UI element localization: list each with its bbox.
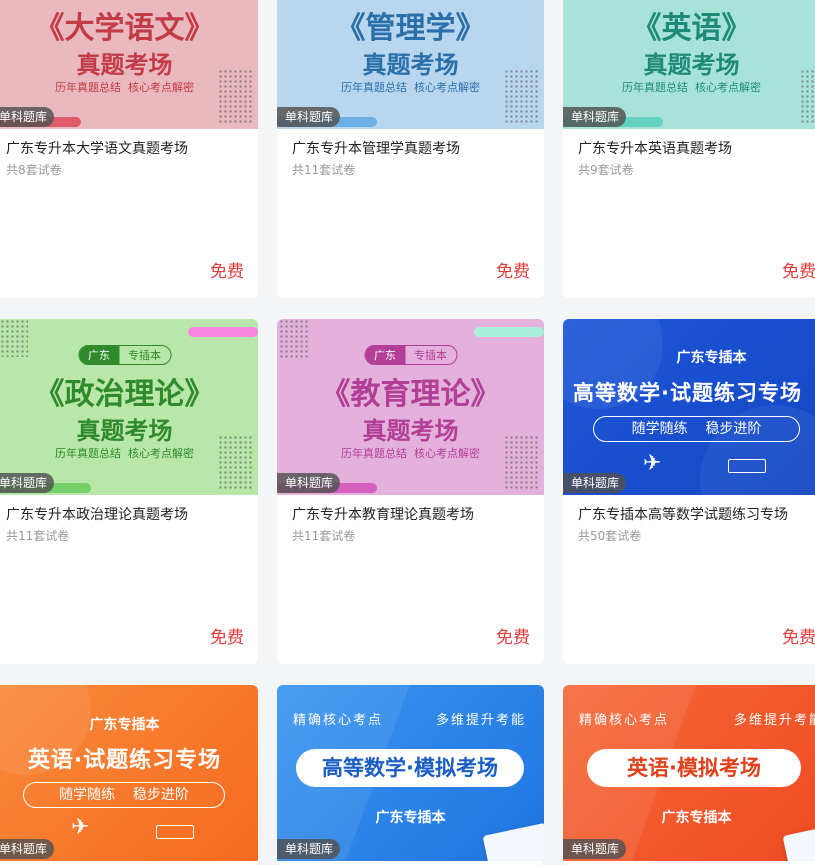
card-title[interactable]: 广东专升本教育理论真题考场 [277,495,544,525]
price: 免费 [782,628,815,648]
banner-top-left: 精确核心考点 [579,713,670,728]
banner-main: 高等数学·试题练习专场 [573,381,802,405]
banner-sub: 真题考场 [362,50,459,79]
pill-right: 专插本 [414,349,447,362]
course-card[interactable]: 广东专插本 英语·试题练习专场 随学随练 稳步进阶 ✈ 单科题库 [0,685,258,865]
course-banner: 广东专插本 高等数学·试题练习专场 随学随练 稳步进阶 ✈ 单科题库 [563,319,815,495]
badge: 单科题库 [0,839,55,859]
paper-count: 共50套试卷 [578,529,642,543]
badge: 单科题库 [277,473,341,493]
book-icon [482,822,544,861]
paper-plane-icon: ✈ [71,815,90,840]
banner-pill: 随学随练 稳步进阶 [23,782,225,808]
banner-main: 《大学语文》 [34,11,215,46]
badge: 单科题库 [563,839,627,859]
banner-bottom: 广东专插本 [375,810,446,826]
course-card[interactable]: 广东 专插本 《政治理论》 真题考场 历年真题总结 核心考点解密 单科题库 广东… [0,319,258,664]
price: 免费 [210,262,244,282]
eraser-icon [156,825,194,839]
decor-bar [188,327,258,337]
decor-bar [474,327,544,337]
course-banner: 《大学语文》 真题考场 历年真题总结 核心考点解密 单科题库 [0,0,258,129]
course-banner: 《英语》 真题考场 历年真题总结 核心考点解密 单科题库 [563,0,815,129]
badge: 单科题库 [563,473,627,493]
badge: 单科题库 [0,107,55,127]
badge: 单科题库 [563,107,627,127]
banner-main: 英语·模拟考场 [587,749,801,787]
course-card[interactable]: 《英语》 真题考场 历年真题总结 核心考点解密 单科题库 广东专升本英语真题考场… [563,0,815,298]
course-banner: 《管理学》 真题考场 历年真题总结 核心考点解密 单科题库 [277,0,544,129]
course-card[interactable]: 《大学语文》 真题考场 历年真题总结 核心考点解密 单科题库 广东专升本大学语文… [0,0,258,298]
banner-pill: 随学随练 稳步进阶 [593,416,800,442]
banner-main: 《英语》 [631,11,752,46]
dot-pattern [0,319,28,357]
banner-tagline: 历年真题总结 核心考点解密 [55,447,194,460]
banner-top-right: 多维提升考能 [733,713,815,728]
book-icon [782,822,815,861]
region-pill: 广东 专插本 [78,345,171,365]
course-banner: 广东 专插本 《教育理论》 真题考场 历年真题总结 核心考点解密 单科题库 [277,319,544,495]
card-title[interactable]: 广东专升本管理学真题考场 [277,129,544,159]
banner-sub: 真题考场 [76,416,173,445]
card-title[interactable]: 广东专升本政治理论真题考场 [0,495,258,525]
dot-pattern [279,319,309,359]
pill-right: 专插本 [128,349,161,362]
banner-top: 广东专插本 [676,350,747,366]
paper-count: 共11套试卷 [292,529,356,543]
course-card[interactable]: 广东专插本 高等数学·试题练习专场 随学随练 稳步进阶 ✈ 单科题库 广东专插本… [563,319,815,664]
course-card[interactable]: 精确核心考点 多维提升考能 英语·模拟考场 广东专插本 单科题库 [563,685,815,865]
eraser-icon [728,459,766,473]
price: 免费 [210,628,244,648]
price: 免费 [496,262,530,282]
badge: 单科题库 [277,839,341,859]
paper-plane-icon: ✈ [643,451,662,476]
card-title[interactable]: 广东专升本英语真题考场 [563,129,815,159]
banner-sub: 真题考场 [643,50,740,79]
course-card[interactable]: 《管理学》 真题考场 历年真题总结 核心考点解密 单科题库 广东专升本管理学真题… [277,0,544,298]
region-pill: 广东 专插本 [364,345,457,365]
banner-tagline: 历年真题总结 核心考点解密 [341,81,480,94]
course-banner: 精确核心考点 多维提升考能 英语·模拟考场 广东专插本 单科题库 [563,685,815,861]
banner-main: 英语·试题练习专场 [27,748,222,773]
banner-top-left: 精确核心考点 [293,713,384,728]
banner-sub: 真题考场 [76,50,173,79]
banner-tagline: 历年真题总结 核心考点解密 [55,81,194,94]
price: 免费 [782,262,815,282]
badge: 单科题库 [277,107,341,127]
paper-count: 共11套试卷 [6,529,70,543]
banner-main: 《教育理论》 [320,377,501,412]
banner-bottom: 广东专插本 [661,810,732,826]
paper-count: 共11套试卷 [292,163,356,177]
paper-count: 共9套试卷 [578,163,634,177]
course-card[interactable]: 广东 专插本 《教育理论》 真题考场 历年真题总结 核心考点解密 单科题库 广东… [277,319,544,664]
card-title[interactable]: 广东专升本大学语文真题考场 [0,129,258,159]
pill-left: 广东 [79,346,119,364]
banner-tagline: 历年真题总结 核心考点解密 [341,447,480,460]
course-banner: 广东专插本 英语·试题练习专场 随学随练 稳步进阶 ✈ 单科题库 [0,685,258,861]
course-banner: 精确核心考点 多维提升考能 高等数学·模拟考场 广东专插本 单科题库 [277,685,544,861]
card-title[interactable]: 广东专插本高等数学试题练习专场 [563,495,815,525]
pill-left: 广东 [365,346,405,364]
banner-main: 《政治理论》 [34,377,215,412]
course-card[interactable]: 精确核心考点 多维提升考能 高等数学·模拟考场 广东专插本 单科题库 [277,685,544,865]
paper-count: 共8套试卷 [6,163,62,177]
banner-top-right: 多维提升考能 [435,713,526,728]
banner-tagline: 历年真题总结 核心考点解密 [622,81,761,94]
banner-top: 广东专插本 [89,717,160,733]
banner-main: 《管理学》 [335,11,486,46]
course-banner: 广东 专插本 《政治理论》 真题考场 历年真题总结 核心考点解密 单科题库 [0,319,258,495]
badge: 单科题库 [0,473,55,493]
price: 免费 [496,628,530,648]
banner-sub: 真题考场 [362,416,459,445]
banner-main: 高等数学·模拟考场 [296,749,524,787]
